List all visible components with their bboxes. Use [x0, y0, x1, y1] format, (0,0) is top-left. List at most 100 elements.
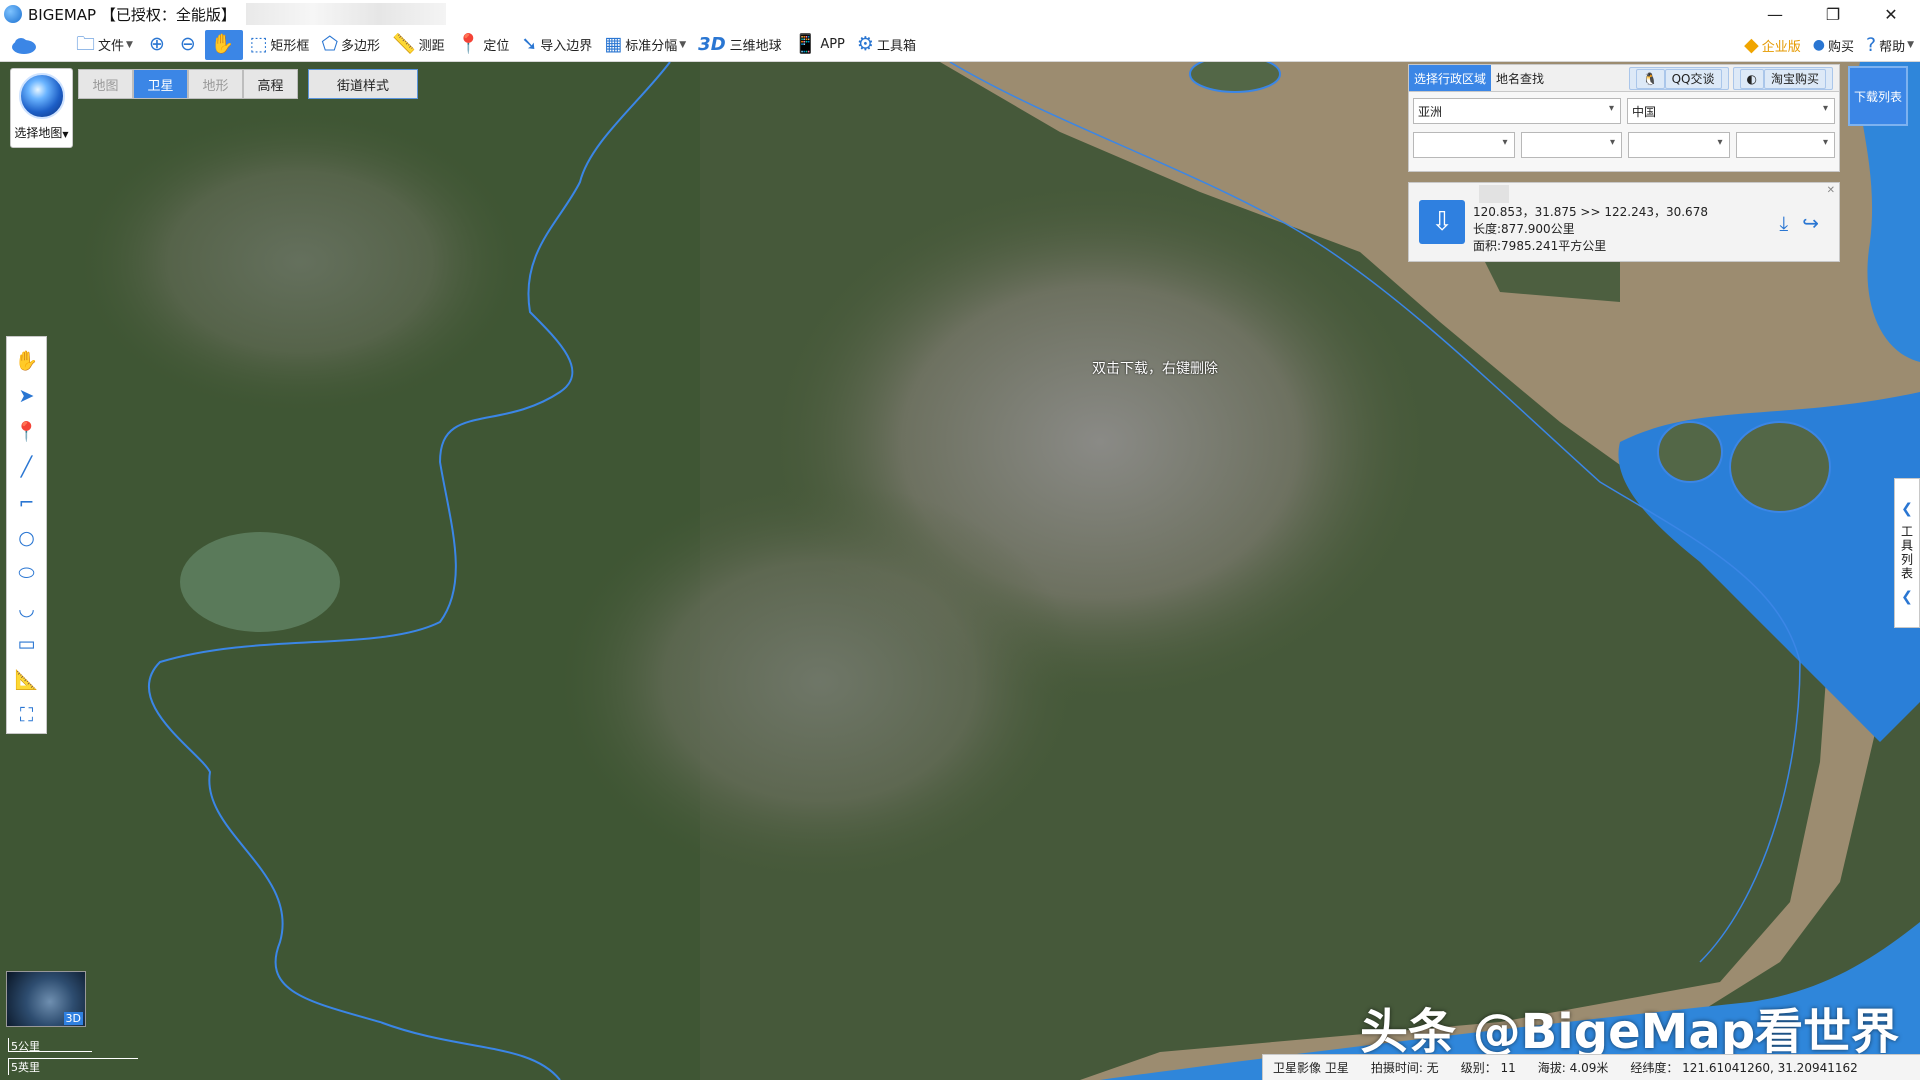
country-select[interactable]: 中国: [1627, 98, 1835, 124]
town-select[interactable]: [1735, 132, 1836, 158]
polygon-icon: ⬠: [321, 33, 338, 55]
app-logo-icon: [4, 5, 22, 23]
status-capture-time: 拍摄时间: 无: [1370, 1061, 1439, 1075]
location-pin-icon: 📍: [456, 33, 481, 55]
share-icon[interactable]: ↪: [1802, 211, 1819, 235]
area-icon[interactable]: ⛶: [12, 701, 42, 730]
chevron-left-icon: ❮: [1901, 589, 1913, 605]
phone-download-icon: 📱: [793, 33, 818, 55]
import-border-button[interactable]: ➘ 导入边界: [515, 30, 598, 60]
rect-select-button[interactable]: ⬚ 矩形框: [243, 30, 315, 60]
selection-length: 长度:877.900公里: [1473, 221, 1575, 236]
street-style-button[interactable]: 街道样式: [308, 69, 418, 99]
hand-icon: ✋: [210, 33, 235, 55]
status-level: 级别： 11: [1460, 1061, 1516, 1075]
zoom-in-button[interactable]: ⊕: [143, 30, 174, 60]
close-button[interactable]: ✕: [1862, 0, 1920, 28]
layer-tabs: 地图 卫星 地形 高程 街道样式: [78, 68, 418, 100]
map-type-selector[interactable]: 选择地图▼: [10, 68, 73, 148]
folder-icon: 🗀: [76, 33, 96, 55]
redacted-area: [245, 3, 446, 25]
grid-icon: ▦: [604, 33, 623, 55]
redacted-area: [1479, 185, 1509, 203]
selection-result: ⇩ 120.853，31.875 >> 122.243，30.678 长度:87…: [1408, 182, 1840, 262]
line-icon[interactable]: ╱: [12, 452, 42, 481]
ellipse-icon[interactable]: ⬭: [12, 559, 42, 588]
globe-icon: [18, 73, 65, 119]
selection-area: 面积:7985.241平方公里: [1473, 238, 1607, 253]
app-button[interactable]: 📱 APP: [788, 30, 851, 60]
import-arrow-icon: ➘: [521, 33, 538, 55]
layer-tab-terrain[interactable]: 地形: [188, 69, 243, 99]
polygon-select-button[interactable]: ⬠ 多边形: [315, 30, 386, 60]
layer-tab-map[interactable]: 地图: [78, 69, 133, 99]
toolbox-button[interactable]: ⚙ 工具箱: [851, 30, 922, 60]
restore-button[interactable]: ❐: [1804, 0, 1862, 28]
locate-button[interactable]: 📍 定位: [451, 30, 516, 60]
chevron-left-icon: ❮: [1901, 501, 1913, 517]
status-altitude: 海拔: 4.09米: [1537, 1061, 1609, 1075]
cloud-logo-button[interactable]: [4, 30, 44, 60]
gear-icon: ⚙: [856, 33, 874, 55]
chevron-down-icon: ▼: [126, 39, 133, 50]
layer-tab-elevation[interactable]: 高程: [243, 69, 298, 99]
pointer-icon[interactable]: ➤: [12, 381, 42, 410]
app-title: BIGEMAP 【已授权：全能版】: [28, 5, 236, 24]
continent-select[interactable]: 亚洲: [1413, 98, 1621, 124]
tab-admin-region[interactable]: 选择行政区域: [1409, 65, 1492, 91]
standard-tiles-menu[interactable]: ▦ 标准分幅 ▼: [598, 30, 692, 60]
taobao-icon: ◐: [1739, 68, 1764, 89]
rectangle-icon[interactable]: ▭: [12, 630, 42, 659]
status-lnglat: 经纬度： 121.61041260, 31.20941162: [1630, 1061, 1858, 1075]
tab-place-search[interactable]: 地名查找: [1491, 65, 1549, 91]
scale-bar: 5公里 5英里: [8, 1038, 138, 1076]
download-icon[interactable]: ⤓: [1779, 211, 1788, 235]
drawing-toolbar: ✋ ➤ 📍 ╱ ⌐ ○ ⬭ ◡ ▭ 📐 ⛶: [6, 336, 47, 734]
cloud-icon: [12, 37, 36, 54]
qq-chat-button[interactable]: 🐧 QQ交谈: [1628, 66, 1729, 90]
qq-icon: 🐧: [1635, 68, 1665, 89]
chevron-down-icon: ▼: [62, 130, 69, 139]
ruler-icon: 📏: [391, 33, 416, 55]
3d-earth-button[interactable]: 3D 三维地球: [692, 30, 787, 60]
pan-tool-button[interactable]: ✋: [204, 29, 244, 60]
selection-coords: 120.853，31.875 >> 122.243，30.678: [1473, 204, 1708, 219]
buy-button[interactable]: ● 购买: [1807, 30, 1860, 60]
buy-badge-icon: ●: [1812, 37, 1825, 53]
circle-icon[interactable]: ○: [12, 523, 42, 552]
map-view[interactable]: 选择地图▼ 地图 卫星 地形 高程 街道样式 ✋ ➤ 📍 ╱ ⌐ ○ ⬭ ◡ ▭…: [0, 62, 1920, 1080]
help-icon: ?: [1865, 33, 1877, 56]
district-select[interactable]: [1628, 132, 1730, 158]
main-toolbar: 🗀 文件 ▼ ⊕ ⊖ ✋ ⬚ 矩形框 ⬠ 多边形 📏 测距 📍 定位 ➘ 导入边界 ▦ 标准分…: [0, 28, 1920, 62]
minimize-button[interactable]: —: [1746, 0, 1804, 28]
title-bar: BIGEMAP 【已授权：全能版】 — ❐ ✕: [0, 0, 1920, 28]
measure-button[interactable]: 📏 测距: [386, 30, 451, 60]
help-menu[interactable]: ? 帮助 ▼: [1860, 30, 1920, 60]
hand-icon[interactable]: ✋: [12, 346, 42, 375]
download-list-button[interactable]: 下载列表: [1848, 66, 1908, 126]
marker-icon[interactable]: 📍: [12, 417, 42, 446]
taobao-buy-button[interactable]: ◐ 淘宝购买: [1732, 66, 1833, 90]
status-source: 卫星影像 卫星: [1273, 1061, 1349, 1075]
zoom-out-icon: ⊖: [179, 33, 196, 55]
layer-tab-satellite[interactable]: 卫星: [133, 69, 188, 99]
tool-list-tab[interactable]: ❮ 工具列表 ❮: [1894, 478, 1920, 628]
enterprise-button[interactable]: ◆ 企业版: [1738, 30, 1807, 60]
mini-globe[interactable]: 3D: [6, 971, 86, 1027]
curve-icon[interactable]: ◡: [12, 594, 42, 623]
polyline-icon[interactable]: ⌐: [12, 488, 42, 517]
diamond-icon: ◆: [1744, 33, 1759, 56]
close-icon[interactable]: ✕: [1827, 185, 1835, 196]
status-bar: 卫星影像 卫星 拍摄时间: 无 级别： 11 海拔: 4.09米 经纬度： 12…: [1262, 1054, 1920, 1080]
chevron-down-icon: ▼: [679, 39, 687, 50]
zoom-out-button[interactable]: ⊖: [174, 30, 205, 60]
watermark: 头条 @BigeMap看世界: [1360, 1004, 1900, 1060]
map-hint: 双击下载，右键删除: [1092, 361, 1218, 377]
admin-region-panel: 选择行政区域 地名查找 🐧QQ交谈 ◐淘宝购买 亚洲 中国 ⇩ 120: [1408, 64, 1840, 262]
download-box-icon[interactable]: ⇩: [1419, 200, 1465, 244]
province-select[interactable]: [1413, 132, 1515, 158]
city-select[interactable]: [1520, 132, 1622, 158]
file-menu[interactable]: 🗀 文件 ▼: [70, 30, 139, 60]
ruler-icon[interactable]: 📐: [12, 665, 42, 694]
rectangle-icon: ⬚: [249, 33, 268, 55]
